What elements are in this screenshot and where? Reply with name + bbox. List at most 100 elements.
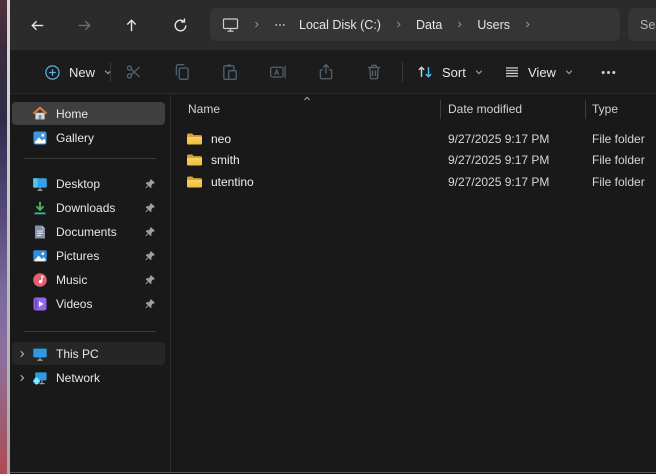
navigation-pane: Home Gallery Desktop: [10, 94, 171, 472]
paste-icon: [221, 63, 239, 81]
sidebar-item-home[interactable]: Home: [12, 102, 165, 125]
expand-chevron-icon[interactable]: [12, 349, 32, 359]
file-date-modified: 9/27/2025 9:17 PM: [448, 171, 549, 192]
sidebar-item-videos[interactable]: Videos: [12, 292, 165, 315]
sidebar-item-label: Home: [56, 107, 88, 121]
sidebar-item-pictures[interactable]: Pictures: [12, 244, 165, 267]
share-button[interactable]: [306, 56, 346, 88]
network-icon: [32, 370, 49, 386]
gallery-icon: [32, 130, 49, 146]
search-input[interactable]: [628, 18, 656, 32]
chevron-right-icon: [252, 19, 261, 30]
column-separator[interactable]: [440, 100, 441, 119]
chevron-down-icon: [103, 67, 113, 77]
up-arrow-icon: [123, 17, 140, 34]
new-button-label: New: [69, 65, 95, 80]
breadcrumb-item-drive[interactable]: Local Disk (C:): [299, 18, 381, 32]
sidebar-item-label: Network: [56, 371, 100, 385]
cut-button[interactable]: [114, 56, 154, 88]
share-icon: [317, 63, 335, 81]
column-header-type[interactable]: Type: [592, 102, 618, 116]
breadcrumb-item-data[interactable]: Data: [416, 18, 442, 32]
file-row-neo[interactable]: neo 9/27/2025 9:17 PM File folder: [172, 128, 656, 149]
sidebar-item-label: Gallery: [56, 131, 94, 145]
delete-button[interactable]: [354, 56, 394, 88]
desktop-icon: [32, 176, 49, 192]
file-row-utentino[interactable]: utentino 9/27/2025 9:17 PM File folder: [172, 171, 656, 192]
breadcrumb-item-users[interactable]: Users: [477, 18, 510, 32]
column-header-date-modified[interactable]: Date modified: [448, 102, 522, 116]
file-explorer-window: Local Disk (C:) Data Users: [10, 0, 656, 473]
toolbar-separator: [110, 62, 111, 82]
view-list-icon: [504, 64, 520, 80]
expand-chevron-icon[interactable]: [12, 373, 32, 383]
delete-icon: [365, 63, 383, 81]
pin-icon: [144, 226, 156, 238]
view-button-label: View: [528, 65, 556, 80]
column-header-name[interactable]: Name: [188, 102, 220, 116]
music-icon: [32, 272, 49, 288]
column-header-row: Name Date modified Type: [172, 94, 656, 124]
sort-button[interactable]: Sort: [408, 56, 492, 88]
file-type: File folder: [592, 128, 645, 149]
this-pc-icon[interactable]: [222, 16, 239, 33]
forward-button[interactable]: [70, 11, 98, 39]
paste-button[interactable]: [210, 56, 250, 88]
file-type: File folder: [592, 171, 645, 192]
downloads-icon: [32, 200, 49, 216]
file-name: neo: [211, 132, 231, 146]
chevron-down-icon: [564, 67, 574, 77]
cut-icon: [125, 63, 143, 81]
file-date-modified: 9/27/2025 9:17 PM: [448, 150, 549, 171]
view-button[interactable]: View: [496, 56, 582, 88]
sidebar-separator: [24, 158, 156, 159]
home-icon: [32, 106, 49, 122]
see-more-button[interactable]: [588, 56, 628, 88]
sidebar-item-music[interactable]: Music: [12, 268, 165, 291]
back-button[interactable]: [23, 11, 51, 39]
sidebar-item-desktop[interactable]: Desktop: [12, 172, 165, 195]
refresh-button[interactable]: [166, 11, 194, 39]
folder-icon: [186, 175, 203, 189]
file-list-pane: Name Date modified Type neo: [172, 94, 656, 472]
chevron-right-icon: [394, 19, 403, 30]
pin-icon: [144, 298, 156, 310]
sidebar-item-label: Music: [56, 273, 87, 287]
command-bar: New: [10, 50, 656, 94]
file-name: smith: [211, 153, 240, 167]
sidebar-separator: [24, 331, 156, 332]
see-more-icon: [600, 64, 617, 81]
chevron-right-icon: [455, 19, 464, 30]
search-box[interactable]: [628, 8, 656, 41]
folder-icon: [186, 132, 203, 146]
sidebar-item-label: Downloads: [56, 201, 115, 215]
sidebar-item-gallery[interactable]: Gallery: [12, 126, 165, 149]
pin-icon: [144, 178, 156, 190]
copy-button[interactable]: [162, 56, 202, 88]
sidebar-item-label: Desktop: [56, 177, 100, 191]
sidebar-item-network[interactable]: Network: [12, 366, 165, 389]
rename-button[interactable]: [258, 56, 298, 88]
sidebar-item-this-pc[interactable]: This PC: [12, 342, 165, 365]
chevron-down-icon: [474, 67, 484, 77]
toolbar-separator: [402, 62, 403, 82]
sidebar-item-label: Videos: [56, 297, 92, 311]
forward-arrow-icon: [76, 17, 93, 34]
breadcrumb-overflow-button[interactable]: [274, 19, 286, 31]
sidebar-item-documents[interactable]: Documents: [12, 220, 165, 243]
computer-icon: [32, 346, 49, 362]
screenshot-root: Local Disk (C:) Data Users: [0, 0, 656, 474]
navigation-bar: Local Disk (C:) Data Users: [10, 0, 656, 50]
sidebar-item-label: This PC: [56, 347, 99, 361]
column-separator[interactable]: [585, 100, 586, 119]
file-row-smith[interactable]: smith 9/27/2025 9:17 PM File folder: [172, 150, 656, 171]
rename-icon: [269, 63, 287, 81]
desktop-wallpaper-sliver: [0, 0, 7, 474]
sidebar-item-downloads[interactable]: Downloads: [12, 196, 165, 219]
sort-ascending-icon: [302, 94, 312, 103]
sort-button-label: Sort: [442, 65, 466, 80]
address-bar[interactable]: Local Disk (C:) Data Users: [210, 8, 620, 41]
folder-icon: [186, 153, 203, 167]
sidebar-item-label: Documents: [56, 225, 117, 239]
up-button[interactable]: [117, 11, 145, 39]
